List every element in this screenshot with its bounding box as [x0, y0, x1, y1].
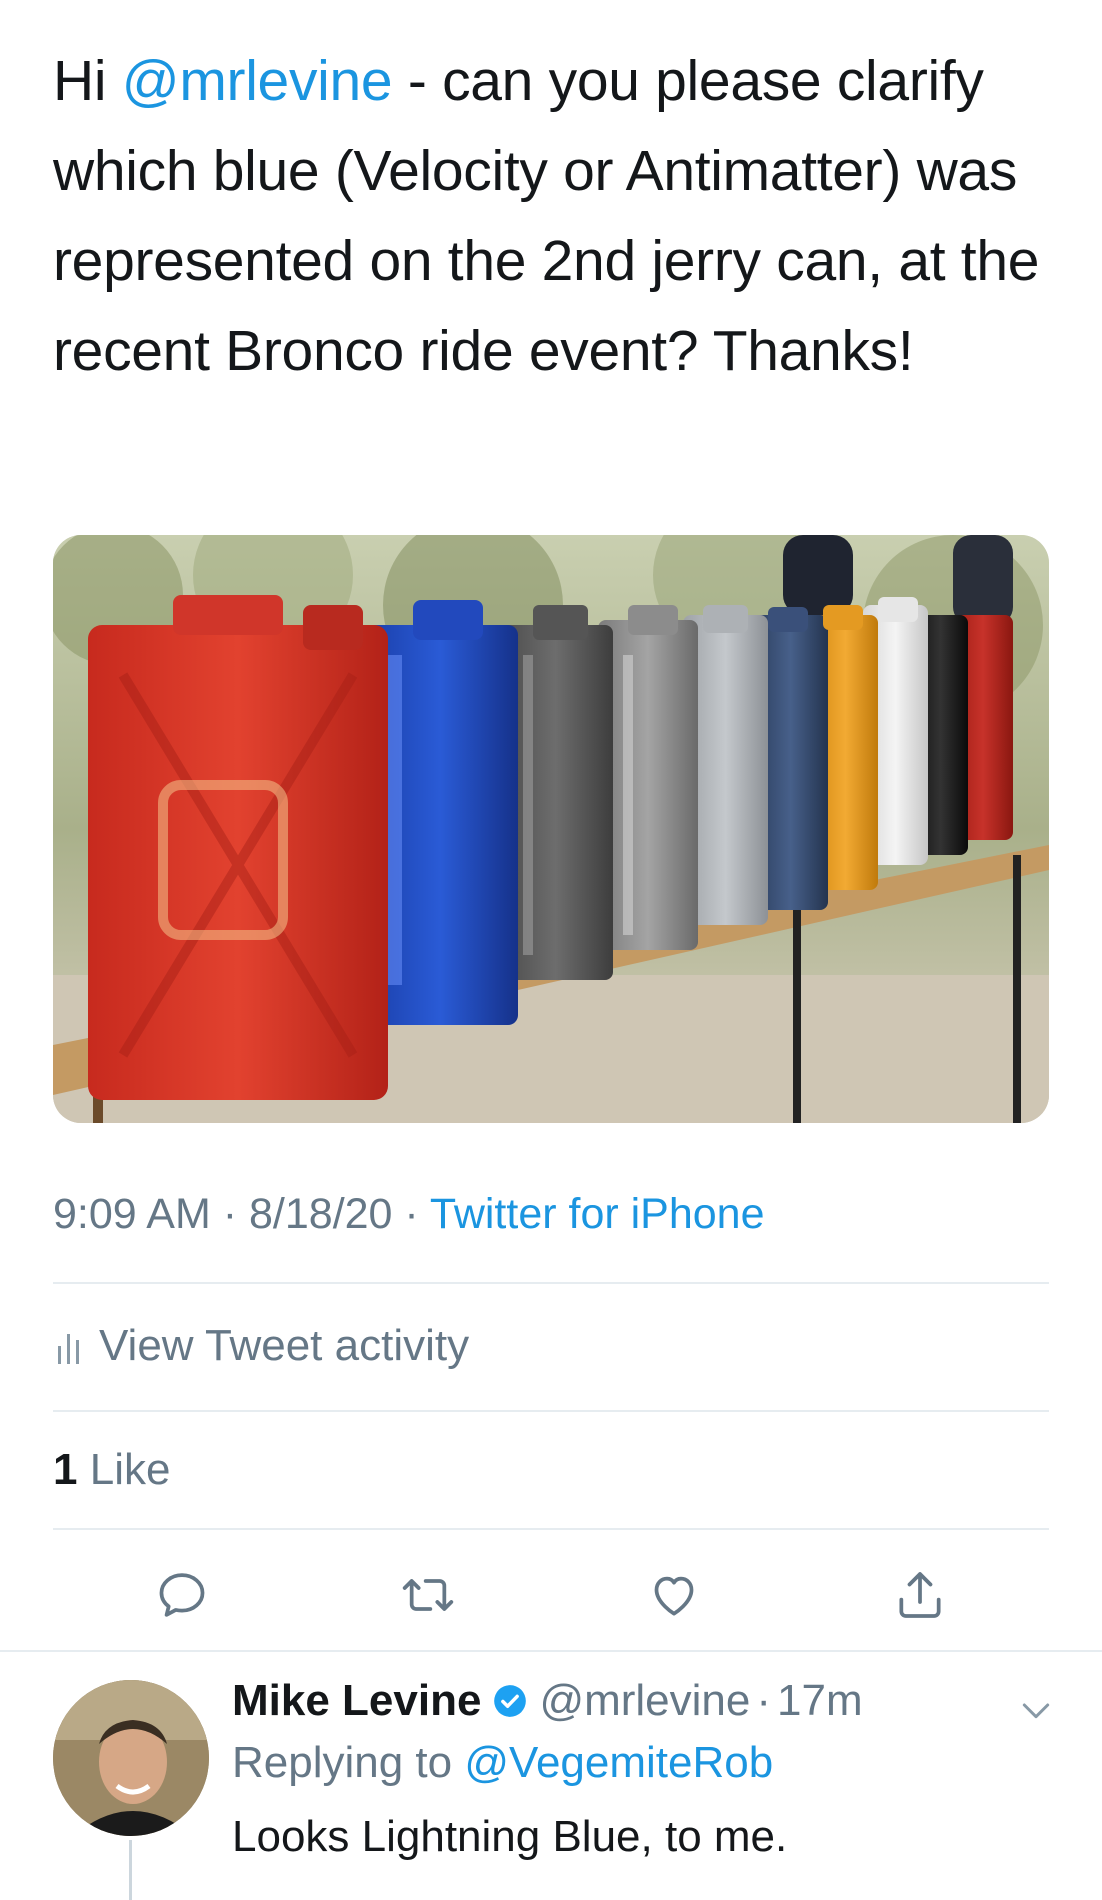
tweet-source-link[interactable]: Twitter for iPhone	[430, 1190, 765, 1238]
tweet-text: Hi @mrlevine - can you please clarify wh…	[53, 36, 1063, 396]
divider	[53, 1528, 1049, 1530]
retweet-button[interactable]	[398, 1565, 458, 1625]
retweet-icon	[402, 1579, 454, 1611]
tweet-photo[interactable]	[53, 535, 1049, 1123]
chevron-down-icon[interactable]	[1016, 1690, 1056, 1730]
view-tweet-activity-link[interactable]: View Tweet activity	[58, 1318, 469, 1374]
avatar-image	[53, 1680, 209, 1836]
like-button[interactable]	[644, 1565, 704, 1625]
avatar[interactable]	[53, 1680, 209, 1836]
meta-separator: ·	[404, 1190, 419, 1238]
tweet-meta: 9:09 AM · 8/18/20 · Twitter for iPhone	[53, 1190, 765, 1239]
replying-to-line: Replying to @VegemiteRob	[232, 1738, 773, 1788]
reply-author-name[interactable]: Mike Levine	[232, 1676, 481, 1726]
share-icon	[899, 1572, 941, 1618]
reply-header: Mike Levine @mrlevine · 17m	[232, 1676, 863, 1726]
tweet-text-prefix: Hi	[53, 49, 122, 113]
divider	[53, 1410, 1049, 1412]
like-count-number: 1	[53, 1445, 78, 1494]
reply-time: 17m	[777, 1676, 863, 1725]
jerry-cans-image	[53, 535, 1049, 1123]
tweet-date: 8/18/20	[249, 1190, 393, 1238]
mention-link[interactable]: @mrlevine	[122, 49, 393, 113]
reply-author-handle[interactable]: @mrlevine	[539, 1676, 750, 1726]
thread-line	[129, 1840, 132, 1900]
reply-separator: ·	[756, 1676, 772, 1725]
view-tweet-activity-label: View Tweet activity	[99, 1321, 470, 1370]
divider	[53, 1282, 1049, 1284]
like-count-label: Like	[89, 1445, 171, 1494]
likes-count[interactable]: 1 Like	[53, 1445, 170, 1495]
analytics-icon	[58, 1328, 79, 1364]
meta-separator: ·	[222, 1190, 238, 1238]
heart-icon	[654, 1576, 694, 1616]
reply-text: Looks Lightning Blue, to me.	[232, 1812, 788, 1861]
tweet-time: 9:09 AM	[53, 1190, 211, 1238]
comment-icon	[159, 1573, 205, 1617]
reply-button[interactable]	[152, 1565, 212, 1625]
verified-badge-icon	[494, 1685, 527, 1717]
replying-to-mention[interactable]: @VegemiteRob	[464, 1738, 773, 1787]
replying-to-label: Replying to	[232, 1738, 453, 1787]
share-button[interactable]	[890, 1565, 950, 1625]
